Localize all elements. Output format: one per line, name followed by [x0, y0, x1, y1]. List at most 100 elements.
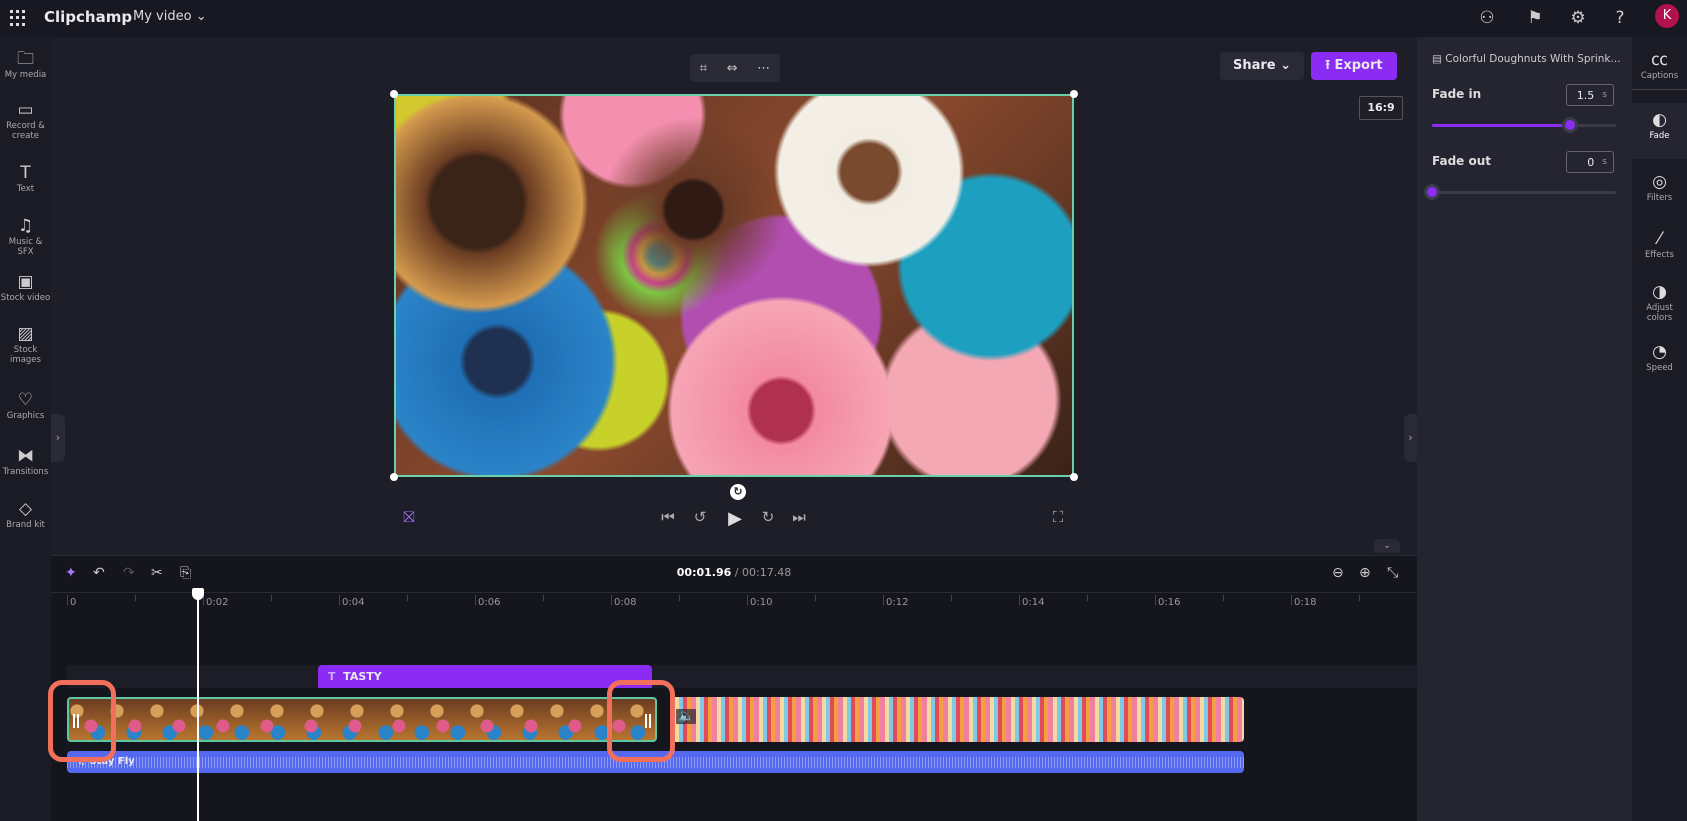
- ruler-label: 0:04: [342, 597, 365, 608]
- project-title-dropdown[interactable]: My video ⌄: [133, 9, 207, 24]
- fade-out-input[interactable]: 0s: [1566, 151, 1614, 173]
- sidebar-item-my-media[interactable]: 🗀 My media: [0, 48, 51, 80]
- label: Captions: [1640, 71, 1679, 81]
- tab-fade[interactable]: ◐ Fade: [1632, 103, 1687, 159]
- auto-compose-icon[interactable]: ⛝: [398, 508, 420, 526]
- text-clip[interactable]: T TASTY: [318, 665, 652, 688]
- fit-icon[interactable]: ⇔: [727, 61, 738, 76]
- magic-wand-icon: ⁄: [1658, 229, 1661, 249]
- playhead-handle[interactable]: [192, 588, 204, 600]
- label: Filters: [1646, 193, 1673, 203]
- resize-handle[interactable]: [390, 473, 398, 481]
- ruler-tick: [475, 595, 476, 605]
- ruler-tick: [339, 595, 340, 605]
- tab-speed[interactable]: ◔ Speed: [1632, 341, 1687, 373]
- ruler-label: 0:08: [614, 597, 637, 608]
- sidebar-item-graphics[interactable]: ♡ Graphics: [0, 389, 51, 421]
- ruler-minor-tick: [543, 595, 544, 601]
- ruler-tick: [1155, 595, 1156, 605]
- sidebar-item-music[interactable]: ♫ Music & SFX: [0, 215, 51, 257]
- more-icon[interactable]: ⋯: [757, 61, 770, 76]
- film-icon: ▤: [1432, 53, 1446, 65]
- right-sidebar: ㏄ Captions ◐ Fade ◎ Filters ⁄ Effects ◑ Adjus…: [1632, 37, 1687, 821]
- project-title: My video: [133, 9, 192, 24]
- music-icon: ♫: [17, 216, 34, 236]
- text-icon: T: [20, 163, 31, 183]
- video-preview[interactable]: [394, 94, 1074, 477]
- zoom-in-icon[interactable]: ⊕: [1359, 565, 1371, 581]
- avatar[interactable]: K: [1655, 4, 1679, 28]
- rewind-5-icon[interactable]: ↺: [689, 508, 711, 526]
- zoom-out-icon[interactable]: ⊖: [1332, 565, 1344, 581]
- apps-grid-icon[interactable]: [10, 10, 26, 26]
- sidebar-item-text[interactable]: T Text: [0, 162, 51, 194]
- sidebar-item-stock-images[interactable]: ▨ Stock images: [0, 323, 51, 365]
- ruler-label: 0:12: [886, 597, 909, 608]
- fade-out-slider[interactable]: [1432, 191, 1616, 194]
- expand-left-panel-button[interactable]: ›: [51, 414, 65, 462]
- contrast-icon: ◑: [1652, 282, 1667, 302]
- share-button[interactable]: Share ⌄: [1220, 52, 1304, 80]
- sidebar-item-transitions[interactable]: ⧓ Transitions: [0, 445, 51, 477]
- clip-title-text: Colorful Doughnuts With Sprink...: [1445, 53, 1621, 65]
- fade-in-label: Fade in: [1432, 87, 1482, 101]
- speedometer-icon: ◔: [1652, 342, 1667, 362]
- image-icon: ▨: [17, 324, 34, 344]
- crop-icon[interactable]: ⌗: [700, 61, 707, 76]
- fade-out-value: 0: [1587, 155, 1595, 169]
- sidebar-item-stock-video[interactable]: ▣ Stock video: [0, 271, 51, 303]
- ruler-label: 0:18: [1294, 597, 1317, 608]
- forward-5-icon[interactable]: ↻: [757, 508, 779, 526]
- tab-captions[interactable]: ㏄ Captions: [1632, 49, 1687, 90]
- fade-in-value: 1.5: [1576, 88, 1595, 102]
- resize-handle[interactable]: [1070, 473, 1078, 481]
- fit-timeline-icon[interactable]: ⤡: [1387, 565, 1398, 581]
- playhead[interactable]: [197, 590, 199, 821]
- fade-out-slider-thumb[interactable]: [1424, 184, 1440, 200]
- aspect-ratio-button[interactable]: 16:9: [1359, 96, 1403, 120]
- fade-in-slider-thumb[interactable]: [1562, 117, 1578, 133]
- left-sidebar: 🗀 My media ▭ Record & create T Text ♫ Music …: [0, 37, 51, 821]
- tab-adjust-colors[interactable]: ◑ Adjust colors: [1632, 281, 1687, 323]
- help-icon[interactable]: ?: [1608, 6, 1632, 30]
- settings-gear-icon[interactable]: ⚙: [1566, 6, 1590, 30]
- tab-effects[interactable]: ⁄ Effects: [1632, 228, 1687, 260]
- preview-toolbar: ⌗ ⇔ ⋯: [690, 54, 780, 82]
- film-icon: ▣: [17, 272, 34, 292]
- label: Stock images: [10, 345, 41, 365]
- play-icon[interactable]: ▶: [724, 508, 746, 529]
- community-icon[interactable]: ⚇: [1475, 6, 1499, 30]
- tab-filters[interactable]: ◎ Filters: [1632, 171, 1687, 203]
- unit: s: [1602, 90, 1607, 100]
- skip-back-icon[interactable]: ⏮: [657, 508, 679, 526]
- timeline-toolbar: ✦ ↶ ↷ ✂ ⎘ 00:01.96 / 00:17.48 ⊖ ⊕ ⤡: [51, 556, 1417, 592]
- video-clip-selected[interactable]: [67, 697, 657, 742]
- top-bar: [0, 0, 1687, 37]
- sidebar-item-record[interactable]: ▭ Record & create: [0, 99, 51, 141]
- transitions-icon: ⧓: [17, 446, 34, 466]
- fade-in-input[interactable]: 1.5 s: [1566, 84, 1614, 106]
- flag-icon[interactable]: ⚑: [1523, 6, 1547, 30]
- ruler-minor-tick: [815, 595, 816, 601]
- skip-forward-icon[interactable]: ⏭: [788, 508, 810, 526]
- video-clip[interactable]: 🔈: [670, 697, 1244, 742]
- collapse-preview-button[interactable]: ⌄: [1374, 539, 1400, 553]
- label: Adjust colors: [1646, 303, 1673, 323]
- export-label: Export: [1334, 58, 1383, 73]
- ruler-minor-tick: [1223, 595, 1224, 601]
- total-time: / 00:17.48: [734, 566, 792, 579]
- expand-right-panel-button[interactable]: ›: [1404, 414, 1417, 462]
- mute-icon[interactable]: 🔈: [676, 709, 697, 724]
- ruler-label: 0:16: [1158, 597, 1181, 608]
- fullscreen-icon[interactable]: ⛶: [1047, 508, 1069, 526]
- fade-in-slider[interactable]: [1432, 124, 1616, 127]
- rotate-handle-icon[interactable]: ↻: [730, 484, 746, 500]
- time-ruler[interactable]: 0 0:02 0:04 0:06 0:08 0:10 0:12 0:14 0:16 0:18: [51, 592, 1417, 618]
- export-button[interactable]: ⭱ Export: [1311, 52, 1397, 80]
- ruler-label: 0: [70, 597, 77, 608]
- sidebar-item-brand-kit[interactable]: ◇ Brand kit: [0, 498, 51, 530]
- resize-handle[interactable]: [390, 90, 398, 98]
- ruler-tick: [883, 595, 884, 605]
- label: Record & create: [6, 121, 45, 141]
- resize-handle[interactable]: [1070, 90, 1078, 98]
